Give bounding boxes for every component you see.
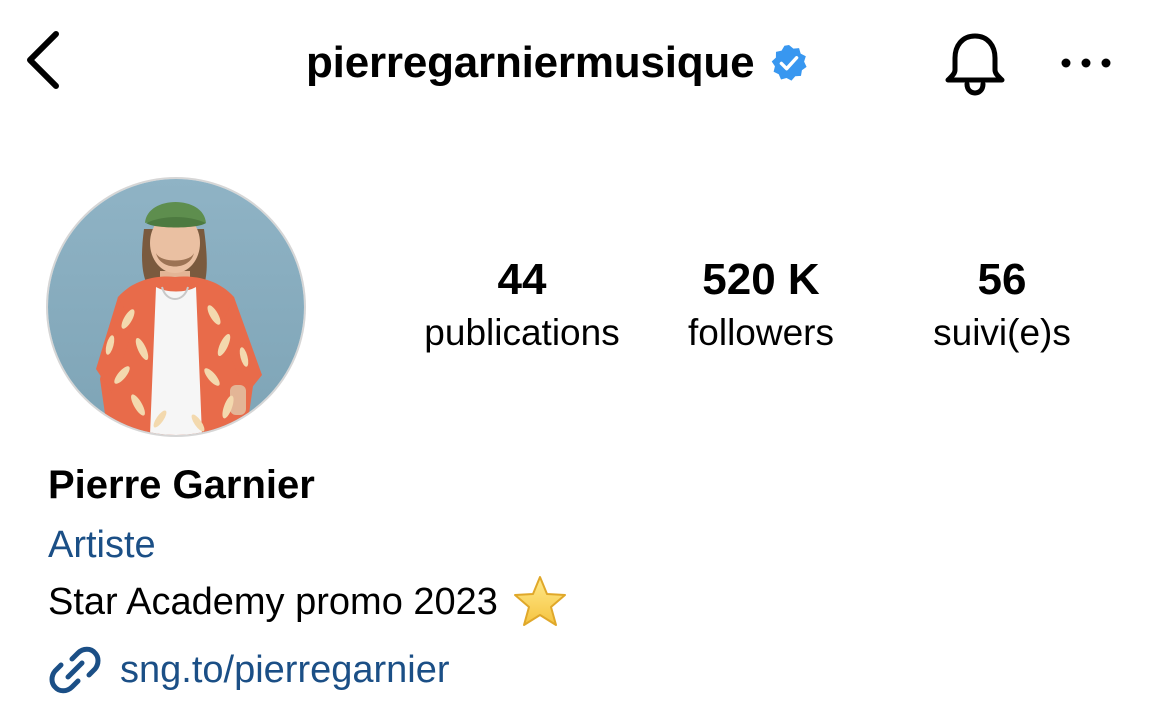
profile-link[interactable]: sng.to/pierregarnier	[48, 640, 450, 700]
profile-category: Artiste	[48, 524, 156, 566]
stat-followers[interactable]: 520 K followers	[654, 253, 868, 357]
stat-publications[interactable]: 44 publications	[400, 253, 644, 357]
stat-count: 56	[977, 255, 1027, 304]
bio-text: Star Academy promo 2023	[48, 581, 498, 623]
stat-count: 44	[497, 255, 547, 304]
profile-header: pierregarniermusique	[0, 0, 1170, 130]
notifications-button[interactable]	[940, 28, 1010, 98]
more-options-button[interactable]	[1056, 40, 1116, 86]
link-text[interactable]: sng.to/pierregarnier	[120, 645, 450, 695]
bell-icon	[945, 33, 1005, 96]
profile-bio: Star Academy promo 2023	[48, 574, 568, 630]
stat-label: suivi(e)s	[933, 312, 1071, 353]
header-title: pierregarniermusique	[306, 36, 808, 90]
username-title: pierregarniermusique	[306, 38, 755, 87]
stat-label: publications	[424, 312, 620, 353]
stat-count: 520 K	[702, 255, 820, 304]
back-button[interactable]	[22, 28, 70, 92]
stat-label: followers	[688, 312, 834, 353]
link-icon	[48, 643, 102, 697]
star-emoji	[512, 574, 568, 630]
chevron-left-icon	[27, 31, 59, 89]
verified-badge-icon	[770, 44, 808, 82]
more-horizontal-icon	[1061, 58, 1111, 68]
display-name: Pierre Garnier	[48, 463, 315, 507]
stat-following[interactable]: 56 suivi(e)s	[900, 253, 1104, 357]
profile-stats: 44 publications 520 K followers 56 suivi…	[0, 253, 1170, 363]
